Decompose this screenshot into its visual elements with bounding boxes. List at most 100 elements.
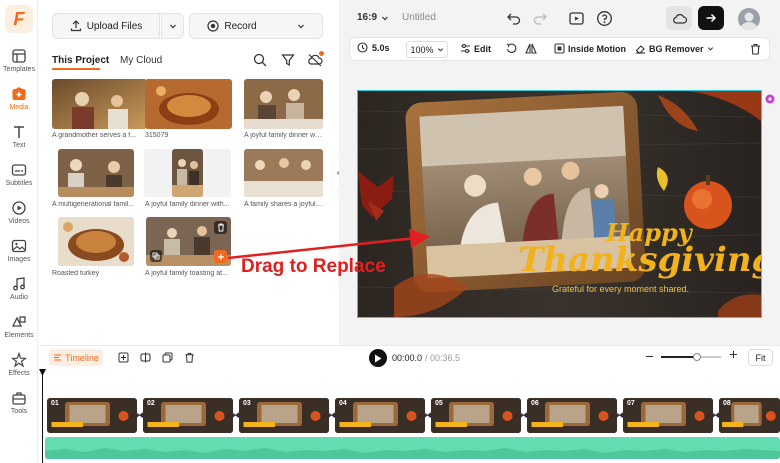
upload-files-button[interactable]: Upload Files [52, 13, 160, 39]
inside-motion-button[interactable]: Inside Motion [554, 43, 626, 54]
video-canvas[interactable]: Happy Thanksgiving! Grateful for every m… [357, 90, 780, 318]
media-icon [12, 87, 26, 100]
media-thumbnail-image [145, 79, 232, 129]
search-icon [253, 53, 267, 67]
cloud-sync-button[interactable] [307, 51, 325, 69]
timeline-clip[interactable]: 08 [719, 398, 780, 433]
rail-label: Images [7, 256, 31, 263]
media-thumbnail-image [52, 79, 147, 129]
filter-icon [281, 54, 295, 67]
timeline-clip[interactable]: 01 [45, 396, 139, 435]
rail-item-videos[interactable]: Videos [0, 198, 38, 236]
redo-button[interactable] [532, 10, 548, 26]
preview-icon [569, 12, 584, 25]
bg-remover-button[interactable]: BG Remover [635, 43, 714, 54]
record-button[interactable]: Record [189, 13, 323, 39]
cloud-save-button[interactable] [666, 6, 692, 30]
replace-media-button[interactable] [150, 250, 162, 262]
rail-item-subtitles[interactable]: Subtitles [0, 160, 38, 198]
tools-icon [12, 392, 26, 405]
duration-value: 5.0s [372, 42, 390, 53]
audio-track[interactable] [45, 437, 780, 459]
delete-clip-button[interactable] [750, 43, 761, 55]
aspect-ratio-select[interactable]: 16:9 [357, 12, 389, 23]
media-item[interactable] [144, 149, 231, 197]
clip-thumbnail [527, 398, 617, 433]
avatar-image [740, 12, 758, 30]
upload-label: Upload Files [86, 20, 143, 32]
rail-label: Text [12, 142, 26, 149]
chevron-down-icon [437, 48, 443, 52]
rail-item-effects[interactable]: Effects [0, 350, 38, 388]
project-title[interactable]: Untitled [402, 12, 436, 23]
edit-button[interactable]: Edit [460, 43, 491, 54]
media-item-selected[interactable] [146, 217, 231, 266]
canvas-settings-button[interactable] [764, 93, 776, 105]
upload-dropdown-button[interactable] [161, 13, 184, 39]
media-caption: A joyful family toasting at... [145, 270, 228, 277]
rail-item-text[interactable]: Text [0, 122, 38, 160]
timeline-clip[interactable]: 03 [239, 398, 329, 433]
media-item[interactable] [244, 149, 323, 197]
help-icon [597, 11, 612, 26]
zoom-select[interactable]: 100% [406, 41, 448, 58]
media-thumbnail [58, 217, 134, 266]
media-thumbnail-image [244, 149, 323, 197]
media-item[interactable] [145, 79, 232, 129]
media-item[interactable] [58, 149, 134, 197]
media-caption: A multigenerational famil... [52, 201, 135, 208]
timeline-clip[interactable]: 06 [527, 398, 617, 433]
search-button[interactable] [253, 53, 269, 69]
tab-my-cloud[interactable]: My Cloud [120, 55, 162, 66]
add-to-timeline-button[interactable] [214, 250, 227, 263]
clip-number: 02 [147, 400, 155, 407]
rotate-icon [506, 43, 517, 53]
rail-item-media[interactable]: Media [0, 84, 38, 122]
avatar[interactable] [738, 8, 760, 30]
chevron-down-icon [297, 24, 304, 29]
export-button[interactable] [698, 6, 724, 30]
duration-control[interactable]: 5.0s [357, 42, 390, 53]
flip-button[interactable] [525, 43, 537, 54]
rail-item-elements[interactable]: Elements [0, 312, 38, 350]
clip-thumbnail [143, 398, 233, 433]
timeline-clip[interactable]: 05 [431, 398, 521, 433]
preview-button[interactable] [568, 10, 585, 27]
undo-button[interactable] [506, 10, 522, 26]
timeline-clip[interactable]: 07 [623, 398, 713, 433]
elements-icon [11, 316, 26, 327]
tab-label: This Project [52, 55, 110, 66]
timeline-clip[interactable]: 02 [143, 398, 233, 433]
flip-icon [525, 43, 537, 54]
app-logo[interactable]: F [5, 5, 33, 33]
bg-remover-label: BG Remover [649, 43, 704, 54]
tab-this-project[interactable]: This Project [52, 55, 109, 66]
clip-number: 08 [723, 400, 731, 407]
gear-icon [765, 94, 775, 104]
media-item[interactable] [52, 79, 147, 129]
rail-label: Audio [10, 294, 28, 301]
media-thumbnail [145, 79, 232, 129]
trash-icon [751, 43, 760, 55]
rail-label: Templates [3, 66, 35, 73]
filter-button[interactable] [281, 53, 297, 69]
media-caption: 315079 [145, 132, 169, 139]
media-item[interactable] [244, 79, 323, 129]
rotate-button[interactable] [506, 43, 517, 54]
clip-thumbnail [623, 398, 713, 433]
upload-icon [70, 20, 81, 32]
timeline-clip[interactable]: 04 [335, 398, 425, 433]
rail-item-audio[interactable]: Audio [0, 274, 38, 312]
rail-item-images[interactable]: Images [0, 236, 38, 274]
arrow-right-icon [706, 13, 717, 23]
logo-letter: F [13, 8, 25, 29]
media-caption: A joyful family dinner with... [145, 201, 230, 208]
rail-item-templates[interactable]: Templates [0, 46, 38, 84]
rail-label: Videos [8, 218, 30, 225]
rail-item-tools[interactable]: Tools [0, 388, 38, 426]
chevron-down-icon [707, 47, 713, 51]
media-item[interactable] [58, 217, 134, 266]
thanksgiving-scene: Happy Thanksgiving! Grateful for every m… [357, 91, 780, 317]
delete-media-button[interactable] [214, 221, 227, 234]
help-button[interactable] [596, 10, 613, 27]
